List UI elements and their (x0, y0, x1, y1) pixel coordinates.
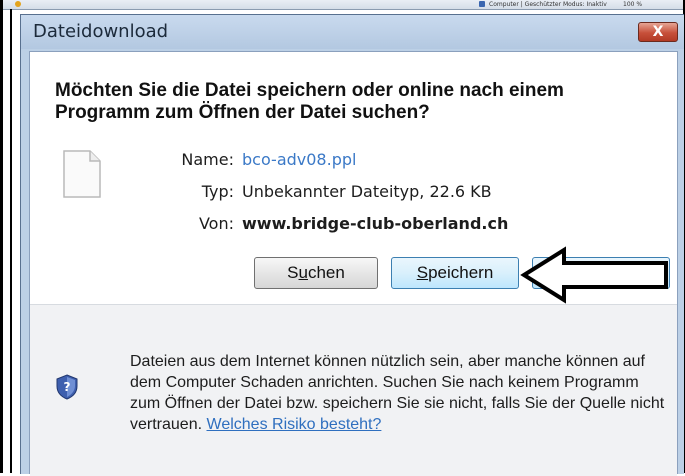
name-label: Name: (181, 150, 234, 169)
browser-status-bar: Computer | Geschützter Modus: Inaktiv 10… (3, 0, 683, 10)
dialog-question: Möchten Sie die Datei speichern oder onl… (55, 80, 564, 123)
browser-icon (15, 1, 21, 7)
save-button-label: Speichern (416, 263, 494, 282)
dialog-titlebar[interactable]: Dateidownload X (21, 15, 684, 49)
shield-icon: ? (56, 374, 78, 400)
warning-text: Dateien aus dem Internet können nützlich… (130, 351, 670, 435)
file-source: www.bridge-club-oberland.ch (242, 214, 509, 233)
zoom-level[interactable]: 100 % (623, 0, 642, 9)
svg-text:?: ? (64, 380, 71, 394)
protected-mode-icon (479, 1, 485, 7)
search-button[interactable]: Suchen (254, 257, 378, 289)
status-text: Computer | Geschützter Modus: Inaktiv (489, 1, 607, 8)
search-button-label: Suchen (287, 263, 345, 282)
dialog-content: Möchten Sie die Datei speichern oder onl… (29, 51, 678, 476)
file-name: bco-adv08.ppl (242, 150, 357, 169)
dialog-title: Dateidownload (33, 21, 169, 42)
close-button[interactable]: X (638, 22, 678, 42)
frame-divider (10, 9, 12, 473)
risk-link[interactable]: Welches Risiko besteht? (207, 416, 382, 433)
arrow-annotation (520, 246, 668, 304)
file-icon (63, 150, 101, 198)
type-label: Typ: (201, 182, 234, 201)
from-label: Von: (198, 214, 234, 233)
dialog-warning-panel: ? Dateien aus dem Internet können nützli… (30, 304, 677, 476)
save-button[interactable]: Speichern (391, 257, 519, 289)
file-type: Unbekannter Dateityp, 22.6 KB (242, 182, 492, 201)
dialog-main-panel: Möchten Sie die Datei speichern oder onl… (30, 52, 677, 304)
download-dialog: Dateidownload X Möchten Sie die Datei sp… (20, 14, 684, 476)
